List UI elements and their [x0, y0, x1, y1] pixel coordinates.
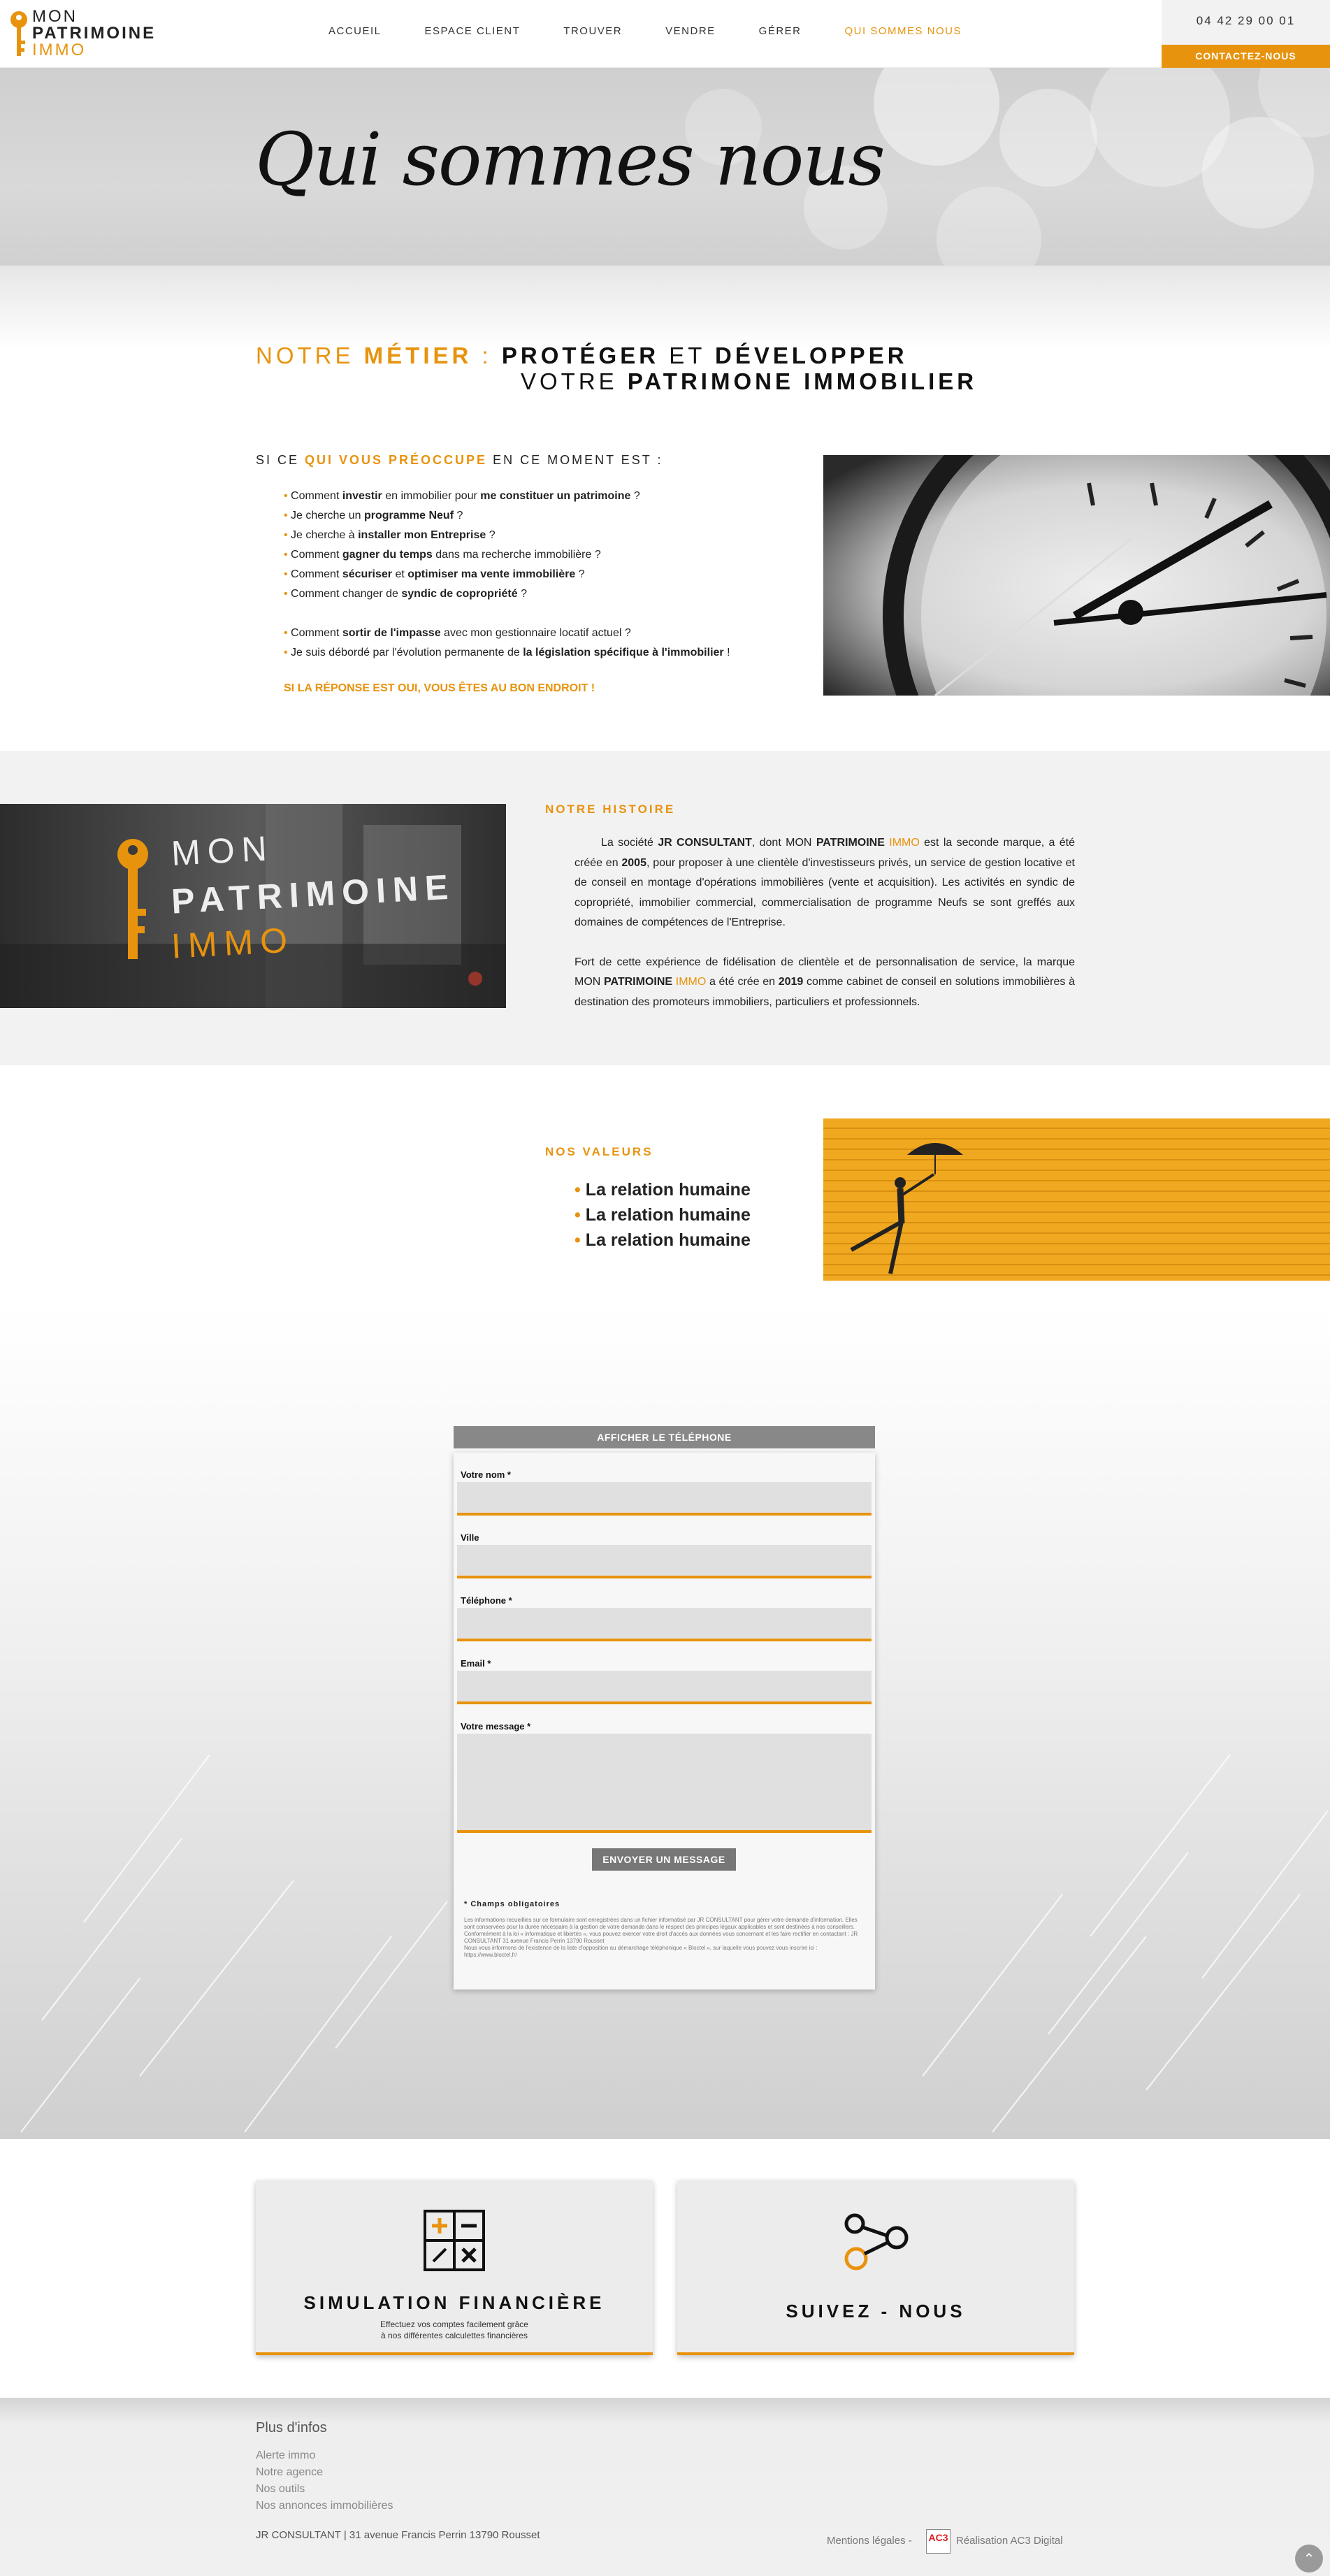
back-to-top-icon[interactable]: ⌃ — [1295, 2545, 1323, 2573]
list-item: Je cherche un programme Neuf ? — [284, 506, 801, 526]
valeurs-list: La relation humaine La relation humaine … — [574, 1177, 751, 1253]
metier-word-notre: NOTRE — [256, 343, 354, 368]
main-nav: ACCUEIL ESPACE CLIENT TROUVER VENDRE GÉR… — [328, 25, 1005, 43]
ville-input[interactable] — [457, 1545, 872, 1578]
list-item: La relation humaine — [574, 1228, 751, 1253]
metier-word-developper: DÉVELOPPER — [714, 343, 908, 368]
metier-word-proteger: PROTÉGER — [501, 343, 660, 368]
realisation-link[interactable]: Réalisation AC3 Digital — [956, 2535, 1063, 2547]
simulation-title: SIMULATION FINANCIÈRE — [303, 2292, 605, 2313]
metier-word-patrimone: PATRIMONE IMMOBILIER — [627, 368, 978, 394]
metier-word-metier: MÉTIER — [363, 343, 472, 368]
nav-vendre[interactable]: VENDRE — [665, 25, 716, 43]
nav-gerer[interactable]: GÉRER — [759, 25, 802, 43]
site-footer: Plus d'infos Alerte immo Notre agence No… — [0, 2398, 1330, 2576]
list-item: Comment gagner du temps dans ma recherch… — [284, 545, 801, 565]
list-item: Je cherche à installer mon Entreprise ? — [284, 526, 801, 545]
bokeh-decoration — [937, 187, 1041, 266]
list-item: Je suis débordé par l'évolution permanen… — [284, 643, 801, 663]
histoire-title: NOTRE HISTOIRE — [545, 803, 676, 816]
footer-link-annonces[interactable]: Nos annonces immobilières — [256, 2500, 393, 2512]
list-item: Comment changer de syndic de copropriété… — [284, 584, 801, 604]
phone-number[interactable]: 04 42 29 00 01 — [1162, 14, 1330, 28]
footer-link-alerte[interactable]: Alerte immo — [256, 2449, 315, 2462]
bokeh-decoration — [999, 89, 1097, 187]
valeurs-title: NOS VALEURS — [545, 1145, 653, 1158]
message-textarea[interactable] — [457, 1734, 872, 1833]
share-icon — [844, 2213, 909, 2271]
bokeh-decoration — [874, 68, 999, 166]
field-label-message: Votre message * — [461, 1721, 531, 1732]
required-fields-note: * Champs obligatoires — [464, 1900, 561, 1908]
phone-box: 04 42 29 00 01 CONTACTEZ-NOUS — [1162, 0, 1330, 68]
simulation-subtitle-1: Effectuez vos comptes facilement grâce — [380, 2319, 528, 2329]
field-label-telephone: Téléphone * — [461, 1595, 512, 1606]
mentions-legales-link[interactable]: Mentions légales - — [827, 2535, 912, 2547]
email-input[interactable] — [457, 1671, 872, 1704]
list-item: La relation humaine — [574, 1177, 751, 1202]
field-label-ville: Ville — [461, 1532, 479, 1543]
footer-title: Plus d'infos — [256, 2420, 327, 2435]
metier-heading-line2: VOTRE PATRIMONE IMMOBILIER — [521, 368, 977, 395]
umbrella-image — [823, 1118, 1330, 1281]
ac3-logo[interactable]: AC3 — [926, 2529, 950, 2554]
field-label-name: Votre nom * — [461, 1469, 511, 1480]
suivez-nous-card[interactable]: SUIVEZ - NOUS — [677, 2180, 1074, 2355]
logo[interactable]: MON PATRIMOINE IMMO — [8, 7, 162, 62]
histoire-text: La société JR CONSULTANT, dont MON PATRI… — [574, 833, 1075, 1032]
list-item: Comment sécuriser et optimiser ma vente … — [284, 565, 801, 584]
footer-link-agence[interactable]: Notre agence — [256, 2466, 323, 2479]
suivez-nous-title: SUIVEZ - NOUS — [786, 2301, 966, 2322]
metier-colon: : — [482, 343, 492, 368]
contact-button[interactable]: CONTACTEZ-NOUS — [1162, 45, 1330, 68]
field-label-email: Email * — [461, 1658, 491, 1669]
preoccupe-list: Comment investir en immobilier pour me c… — [284, 487, 801, 663]
list-item: Comment investir en immobilier pour me c… — [284, 487, 801, 506]
metier-word-votre: VOTRE — [521, 368, 618, 394]
nav-trouver[interactable]: TROUVER — [563, 25, 622, 43]
preoccupe-title: SI CE QUI VOUS PRÉOCCUPE EN CE MOMENT ES… — [256, 453, 663, 468]
key-logo-icon — [10, 11, 27, 56]
site-header: MON PATRIMOINE IMMO ACCUEIL ESPACE CLIEN… — [0, 0, 1330, 68]
preoccupe-title-a: SI CE — [256, 453, 300, 467]
send-message-button[interactable]: ENVOYER UN MESSAGE — [592, 1848, 736, 1871]
telephone-input[interactable] — [457, 1608, 872, 1641]
umbrella-illustration — [823, 1118, 1330, 1281]
preoccupe-title-c: EN CE MOMENT EST : — [493, 453, 663, 467]
contact-form: Votre nom * Ville Téléphone * Email * Vo… — [454, 1453, 875, 1989]
logo-line3: IMMO — [32, 41, 87, 59]
name-input[interactable] — [457, 1482, 872, 1516]
nav-accueil[interactable]: ACCUEIL — [328, 25, 382, 43]
histoire-paragraph-2: Fort de cette expérience de fidélisation… — [574, 956, 1075, 1008]
list-item: La relation humaine — [574, 1202, 751, 1228]
preoccupe-cta: SI LA RÉPONSE EST OUI, VOUS ÊTES AU BON … — [284, 682, 595, 694]
hero-banner: Qui sommes nous — [0, 68, 1330, 266]
footer-link-outils[interactable]: Nos outils — [256, 2483, 305, 2496]
page-title: Qui sommes nous — [255, 117, 886, 202]
storefront-image: MON PATRIMOINE IMMO — [0, 804, 506, 1008]
storefront-logo-line1: MON — [170, 828, 275, 873]
histoire-paragraph-1: La société JR CONSULTANT, dont MON PATRI… — [574, 837, 1076, 928]
list-spacer — [284, 604, 801, 624]
hero-shadow — [0, 266, 1330, 350]
nav-qui-sommes-nous[interactable]: QUI SOMMES NOUS — [845, 25, 962, 43]
storefront-logo-line3: IMMO — [170, 920, 296, 966]
form-legal-text: Les informations recueillies sur ce form… — [464, 1917, 858, 1958]
metier-heading-line1: NOTRE MÉTIER : PROTÉGER ET DÉVELOPPER — [256, 343, 908, 369]
calculator-icon — [424, 2210, 485, 2271]
list-item: Comment sortir de l'impasse avec mon ges… — [284, 624, 801, 643]
footer-address: JR CONSULTANT | 31 avenue Francis Perrin… — [256, 2529, 540, 2541]
nav-espace-client[interactable]: ESPACE CLIENT — [425, 25, 521, 43]
clock-illustration — [823, 455, 1330, 696]
simulation-card[interactable]: SIMULATION FINANCIÈRE Effectuez vos comp… — [256, 2180, 653, 2355]
metier-word-et: ET — [669, 343, 705, 368]
clock-image — [823, 455, 1330, 696]
simulation-subtitle-2: à nos différentes calculettes financière… — [381, 2331, 528, 2340]
show-phone-button[interactable]: AFFICHER LE TÉLÉPHONE — [454, 1426, 875, 1448]
preoccupe-title-b: QUI VOUS PRÉOCCUPE — [305, 453, 488, 467]
